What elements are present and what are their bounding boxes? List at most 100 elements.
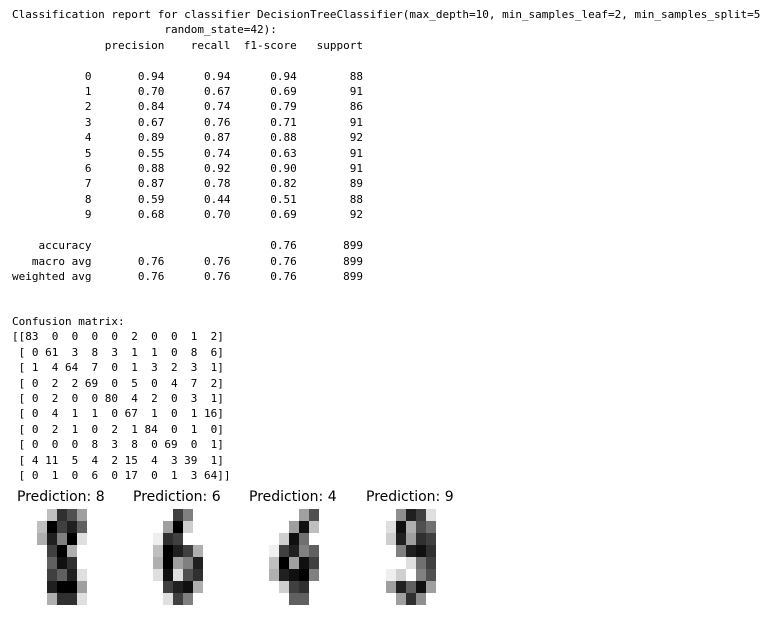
digit-pixel [426,581,436,593]
digit-pixel [426,569,436,581]
digit-pixel [279,593,289,605]
digit-pixel [87,545,97,557]
digit-pixel [396,509,406,521]
digit-pixel [309,557,319,569]
digit-pixel [143,557,153,569]
digit-pixel [319,557,329,569]
digit-pixel [47,545,57,557]
digit-pixel [426,593,436,605]
digit-pixel [446,509,456,521]
report-row-9: 9 0.68 0.70 0.69 92 [12,208,363,222]
digit-pixel [183,581,193,593]
digit-pixel [386,569,396,581]
digit-pixel [97,581,107,593]
prediction-panel-4: Prediction: 9 [365,487,475,605]
report-row-1: 1 0.70 0.67 0.69 91 [12,85,363,99]
digit-pixel [143,521,153,533]
digit-pixel [309,533,319,545]
digit-pixel [436,581,446,593]
digit-pixel [173,533,183,545]
digit-pixel [153,545,163,557]
digit-pixel [183,569,193,581]
digit-pixel [376,545,386,557]
digit-pixel [289,569,299,581]
digit-pixel [77,557,87,569]
digit-pixel [57,593,67,605]
digit-pixel [37,557,47,569]
digit-pixel [259,521,269,533]
digit-pixel [446,557,456,569]
digit-pixel [289,593,299,605]
digit-pixel [279,533,289,545]
digit-pixel [446,533,456,545]
digit-pixel [426,557,436,569]
report-accuracy-row: accuracy 0.76 899 [12,239,363,253]
digit-pixel [396,569,406,581]
digit-pixel [173,521,183,533]
prediction-panel-2: Prediction: 6 [132,487,242,605]
digit-pixel [259,533,269,545]
digit-pixel [87,581,97,593]
digit-pixel [436,557,446,569]
digit-pixel [183,557,193,569]
classification-report: Classification report for classifier Dec… [12,7,760,284]
digit-pixel [57,569,67,581]
digit-pixel [77,569,87,581]
digit-pixel [269,545,279,557]
digit-pixel [67,557,77,569]
digit-pixel [319,581,329,593]
digit-pixel [203,533,213,545]
digit-pixel [163,569,173,581]
digit-pixel [436,533,446,545]
digit-pixel [269,593,279,605]
digit-pixel [279,509,289,521]
digit-pixel [259,569,269,581]
digit-pixel [203,557,213,569]
digit-pixel [37,509,47,521]
digit-pixel [143,533,153,545]
digit-pixel [57,557,67,569]
report-weighted-avg-row: weighted avg 0.76 0.76 0.76 899 [12,269,363,283]
digit-pixel [329,581,339,593]
prediction-panel-1: Prediction: 8 [16,487,126,605]
prediction-panel-3: Prediction: 4 [248,487,358,605]
digit-pixel [299,533,309,545]
digit-pixel [47,593,57,605]
digit-pixel [77,533,87,545]
digit-pixel [436,569,446,581]
digit-pixel [386,533,396,545]
digit-pixel [376,533,386,545]
digit-pixel [299,593,309,605]
digit-pixel [279,569,289,581]
digit-pixel [203,593,213,605]
digit-pixel [67,545,77,557]
digit-pixel [153,521,163,533]
digit-pixel [67,581,77,593]
digit-pixel [27,509,37,521]
digit-pixel [97,557,107,569]
digit-pixel [203,545,213,557]
digit-pixel [57,581,67,593]
digit-pixel [27,545,37,557]
digit-pixel [279,521,289,533]
digit-image [376,509,456,605]
digit-pixel [436,521,446,533]
digit-pixel [27,533,37,545]
digit-pixel [329,569,339,581]
digit-pixel [269,521,279,533]
digit-pixel [259,545,269,557]
digit-pixel [269,581,279,593]
digit-pixel [289,533,299,545]
digit-pixel [269,569,279,581]
digit-pixel [426,545,436,557]
report-row-3: 3 0.67 0.76 0.71 91 [12,115,363,129]
digit-pixel [416,557,426,569]
digit-pixel [67,509,77,521]
digit-pixel [67,521,77,533]
digit-pixel [309,581,319,593]
digit-pixel [289,521,299,533]
confusion-row-0: [[83 0 0 0 0 2 0 0 1 2] [12,330,224,344]
digit-pixel [426,509,436,521]
digit-pixel [143,593,153,605]
digit-pixel [289,545,299,557]
